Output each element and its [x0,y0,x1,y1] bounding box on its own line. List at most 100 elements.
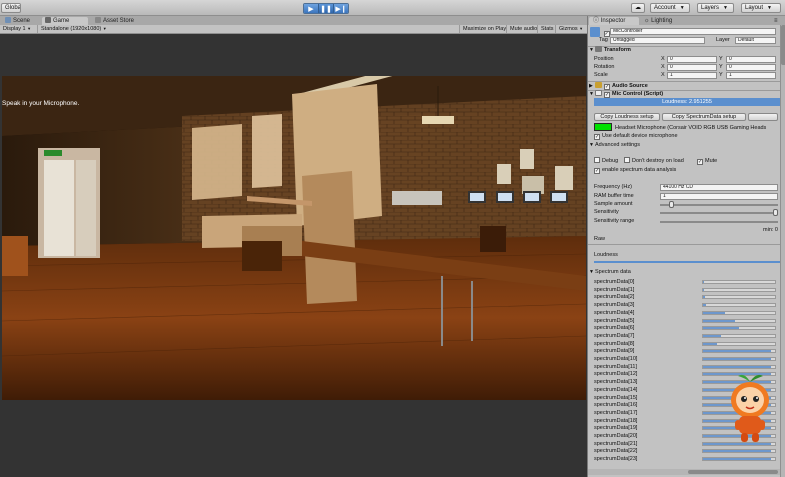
door-panel [76,160,96,256]
dont-destroy-row: Don't destroy on load [624,157,694,165]
mascot-watermark-image [731,374,769,442]
tab-scene[interactable]: Scene [2,17,33,25]
slider-knob[interactable] [773,209,778,216]
mic-control-header[interactable]: ▼ ✓ Mic Control (Script) [589,90,781,98]
spectrum-data-slider[interactable] [702,364,776,369]
spectrum-data-slider[interactable] [702,303,776,308]
door [44,160,74,256]
chevron-down-icon: ▼ [579,26,584,31]
copy-loudness-setup-button[interactable]: Copy Loudness setup [594,113,660,121]
tab-asset-store-label: Asset Store [103,18,135,24]
slider-knob[interactable] [669,201,675,208]
scale-x-field[interactable]: 1 [667,72,717,79]
play-button[interactable]: ▶ [304,4,318,13]
position-x-field[interactable]: 0 [667,56,717,63]
position-y-field[interactable]: 0 [726,56,776,63]
cloud-button[interactable]: ☁ [631,3,645,13]
resolution-dropdown[interactable]: Standalone (1920x1080) ▼ [37,25,109,33]
inspector-scrollbar[interactable] [780,25,785,477]
object-name-field[interactable]: MicController [610,28,776,35]
layer-dropdown[interactable]: Default [735,37,776,44]
ram-buffer-field[interactable]: 1 [660,193,778,200]
display-dropdown[interactable]: Display 1 ▼ [0,25,36,33]
use-default-row: ✓ Use default device microphone [594,132,785,140]
main-toolbar: Global ▶ ❚❚ ▶❙ ☁ Account ▼ Layers ▼ Layout… [0,0,785,16]
sensitivity-slider[interactable] [660,209,778,216]
voxel-hand-palm [302,171,357,304]
game-viewport[interactable] [2,76,586,400]
hand-block [252,114,282,188]
spectrum-data-slider[interactable] [702,280,776,284]
extra-button[interactable] [748,113,778,121]
tab-asset-store[interactable]: Asset Store [92,17,137,25]
spectrum-data-slider[interactable] [702,318,776,323]
scrollbar-thumb[interactable] [781,25,785,65]
unity-editor-window: Global ▶ ❚❚ ▶❙ ☁ Account ▼ Layers ▼ Layout… [0,0,785,477]
advanced-settings-foldout[interactable]: ▼Advanced settings [589,141,781,149]
debug-checkbox[interactable] [594,157,600,163]
tab-game[interactable]: Game [42,17,88,25]
poster [497,164,511,184]
script-icon [595,90,602,96]
horizontal-scrollbar[interactable] [588,469,780,475]
slider-track [660,212,778,214]
loudness-readout-bar: Loudness: 2.951255 [594,98,780,106]
maximize-on-play-toggle[interactable]: Maximize on Play [459,25,509,33]
mute-audio-toggle[interactable]: Mute audio [506,25,540,33]
gizmos-dropdown[interactable]: Gizmos ▼ [555,25,586,33]
account-dropdown[interactable]: Account ▼ [650,3,690,13]
frequency-dropdown[interactable]: 44100 Hz CD [660,184,778,191]
rotation-y-field[interactable]: 0 [726,64,776,71]
enable-spectrum-checkbox[interactable]: ✓ [594,168,600,174]
step-button[interactable]: ▶❙ [334,4,348,13]
tab-scene-label: Scene [13,18,31,24]
spectrum-data-slider[interactable] [702,295,776,300]
spectrum-data-slider[interactable] [702,449,776,454]
exit-sign [44,150,62,156]
rotation-x-field[interactable]: 0 [667,64,717,71]
layout-dropdown[interactable]: Layout ▼ [741,3,781,13]
spectrum-data-title: Spectrum data [595,269,631,275]
spectrum-data-slider[interactable] [702,310,776,315]
spectrum-data-slider[interactable] [702,349,776,354]
poster [520,149,534,169]
side-table [2,236,28,276]
scrollbar-thumb[interactable] [688,470,778,474]
view-tabbar: Scene Game Asset Store [0,16,587,25]
chevron-down-icon: ▼ [102,26,107,31]
resolution-label: Standalone (1920x1080) [41,26,102,32]
transform-header[interactable]: ▼ Transform [589,46,781,54]
use-default-label: Use default device microphone [602,133,678,139]
spectrum-data-slider[interactable] [702,341,776,346]
lighting-icon: ☼ [644,18,650,24]
sensitivity-range-slider[interactable] [660,218,778,225]
tag-dropdown[interactable]: Untagged [610,37,705,44]
tab-lighting[interactable]: ☼ Lighting [640,17,676,25]
tab-inspector[interactable]: ⓘ Inspector [589,17,639,25]
audio-source-header[interactable]: ▶ ✓ Audio Source [589,82,781,90]
enable-spectrum-row: ✓ enable spectrum data analysis [594,166,785,174]
use-default-checkbox[interactable]: ✓ [594,134,600,140]
debug-label: Debug [602,158,619,164]
sample-amount-slider[interactable] [660,201,778,208]
spectrum-data-slider[interactable] [702,287,776,292]
spectrum-data-slider[interactable] [702,457,776,462]
mute-checkbox[interactable]: ✓ [697,159,703,165]
spectrum-data-label: spectrumData[23] [594,456,638,463]
speaker-icon [595,82,602,88]
panel-menu-button[interactable]: ≡ [770,17,782,25]
spectrum-data-foldout[interactable]: ▼Spectrum data [589,268,781,276]
spectrum-data-slider[interactable] [702,326,776,331]
copy-spectrumdata-setup-button[interactable]: Copy SpectrumData setup [662,113,746,121]
layers-dropdown[interactable]: Layers ▼ [697,3,734,13]
dont-destroy-checkbox[interactable] [624,157,630,163]
global-pivot-button[interactable]: Global [1,3,21,13]
spectrum-data-slider[interactable] [702,357,776,361]
spectrum-data-fill [703,288,705,291]
pause-button[interactable]: ❚❚ [318,4,334,13]
scale-y-field[interactable]: 1 [726,72,776,79]
game-render [2,76,586,400]
stats-toggle[interactable]: Stats [537,25,557,33]
tab-game-label: Game [53,18,70,24]
spectrum-data-slider[interactable] [702,333,776,338]
